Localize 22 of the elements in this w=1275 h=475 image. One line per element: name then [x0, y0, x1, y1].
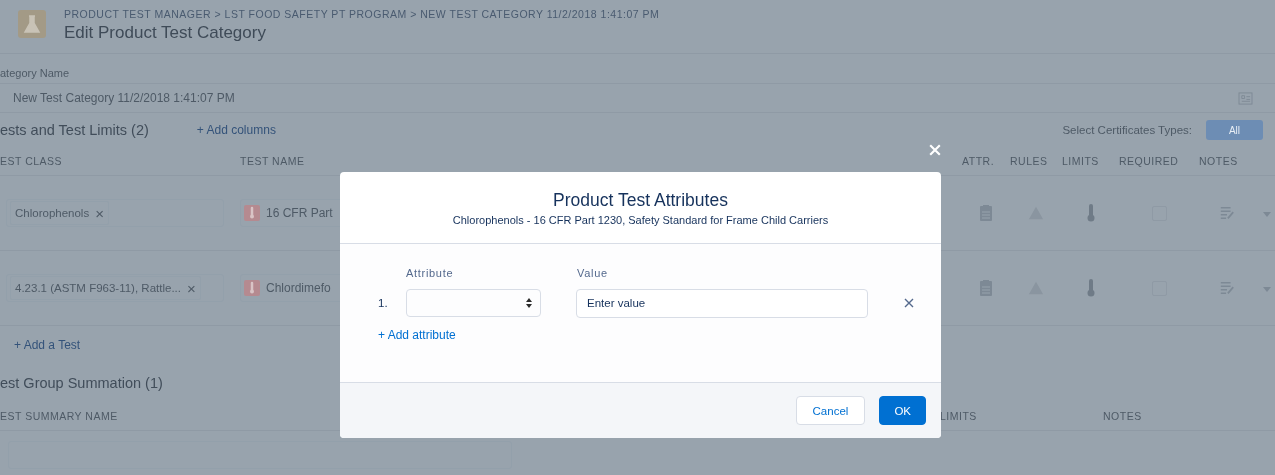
- column-header: NOTES: [1199, 155, 1239, 167]
- page-title: Edit Product Test Category: [64, 23, 267, 43]
- column-header: RULES: [1010, 155, 1049, 167]
- test-class-text: 4.23.1 (ASTM F963-11), Rattle...: [15, 282, 181, 294]
- column-header: EST CLASS: [0, 155, 64, 167]
- section-heading: ests and Test Limits (2): [0, 122, 149, 138]
- column-header: REQUIRED: [1119, 155, 1180, 167]
- column-header: LIMITS: [940, 410, 977, 422]
- column-header: ATTR.: [962, 155, 996, 167]
- test-class-text: Chlorophenols: [15, 207, 90, 219]
- column-header: EST SUMMARY NAME: [0, 410, 118, 422]
- row-number: 1.: [378, 297, 389, 309]
- field-label: Value: [577, 267, 608, 279]
- column-header: LIMITS: [1062, 155, 1100, 167]
- field-label: Attribute: [406, 267, 455, 279]
- modal-title: Product Test Attributes: [553, 189, 728, 211]
- column-header: TEST NAME: [240, 155, 306, 167]
- column-header: NOTES: [1103, 410, 1142, 422]
- modal-subtitle: Chlorophenols - 16 CFR Part 1230, Safety Standard for Frame Child Carriers: [452, 213, 829, 226]
- field-label: ategory Name: [0, 67, 70, 79]
- section-heading: est Group Summation (1): [0, 375, 163, 391]
- certificates-label: Select Certificates Types:: [1062, 124, 1192, 136]
